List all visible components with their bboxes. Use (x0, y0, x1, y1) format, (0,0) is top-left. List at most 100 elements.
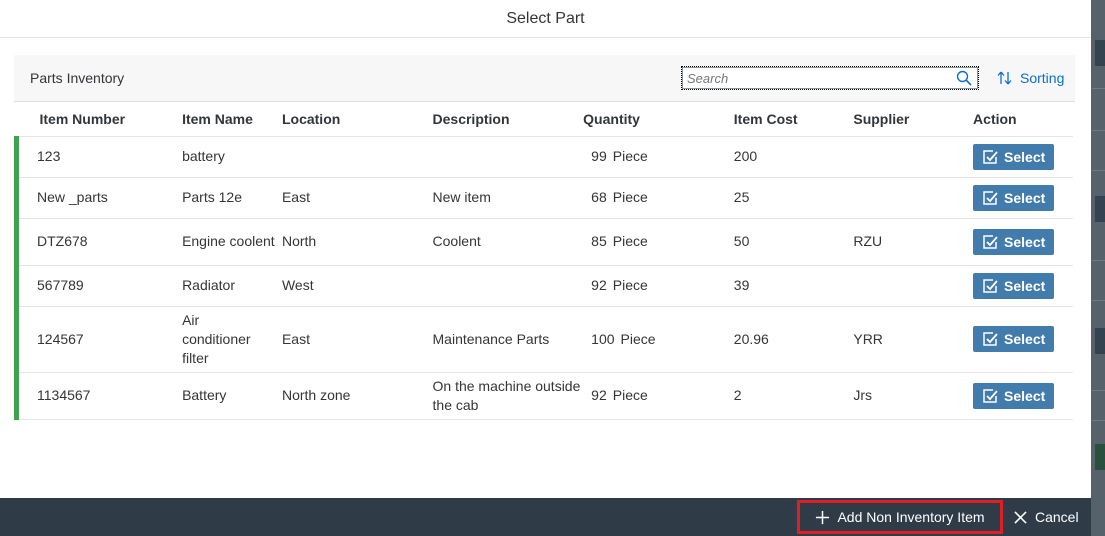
column-header-quantity: Quantity (583, 102, 734, 137)
cell-supplier: YRR (853, 306, 974, 373)
search-input[interactable] (687, 70, 949, 87)
select-button[interactable]: Select (973, 272, 1055, 299)
cell-description (432, 265, 584, 307)
cell-action: Select (973, 372, 1073, 420)
select-button-label: Select (1004, 277, 1046, 294)
background-element (1095, 196, 1105, 222)
background-divider (1092, 130, 1105, 131)
select-button[interactable]: Select (973, 184, 1055, 211)
cell-item-name: Air conditioner filter (182, 306, 282, 373)
column-header-item-name: Item Name (182, 102, 282, 137)
cell-supplier (853, 136, 974, 178)
cell-description: Maintenance Parts (432, 306, 584, 373)
table-row[interactable]: 123 battery 99 Piece 200 Select (14, 136, 1073, 178)
select-button-label: Select (1004, 331, 1046, 347)
column-header-item-number: Item Number (16, 102, 183, 137)
background-divider (1092, 390, 1105, 391)
cell-item-name: Radiator (182, 265, 282, 307)
background-divider (1092, 170, 1105, 171)
cell-item-number: New _parts (14, 177, 183, 219)
table-row[interactable]: DTZ678 Engine coolent North Coolent 85 Pi… (14, 218, 1073, 266)
quantity-value: 85 (591, 233, 607, 249)
cell-supplier (853, 177, 974, 219)
quantity-unit: Piece (620, 330, 656, 347)
cell-description: On the machine outside the cab (432, 372, 584, 420)
cell-action: Select (973, 136, 1073, 178)
cell-action: Select (973, 306, 1073, 373)
quantity-unit: Piece (612, 148, 648, 164)
cell-item-cost: 20.96 (733, 306, 854, 373)
cell-supplier (853, 265, 974, 307)
background-element (1095, 444, 1105, 470)
add-non-inventory-item-button[interactable]: Add Non Inventory Item (797, 500, 1003, 534)
column-header-location: Location (281, 102, 433, 137)
cell-item-number: 124567 (14, 306, 183, 373)
quantity-unit: Piece (612, 387, 648, 403)
table-header-row: Item Number Item Name Location Descripti… (16, 102, 1073, 137)
background-divider (1092, 260, 1105, 261)
column-header-description: Description (432, 102, 584, 137)
dialog-content: Parts Inventory Sorting Item Number (0, 39, 1091, 498)
checkbox-check-icon (983, 278, 998, 293)
select-button-label: Select (1004, 189, 1046, 206)
select-part-dialog: Select Part Parts Inventory Sorting (0, 0, 1091, 536)
cell-item-name: Parts 12e (182, 177, 282, 219)
add-non-inventory-item-label: Add Non Inventory Item (837, 509, 985, 525)
quantity-unit: Piece (612, 277, 648, 293)
select-button[interactable]: Select (973, 228, 1055, 255)
background-divider (1092, 420, 1105, 421)
cell-item-number: 1134567 (14, 372, 183, 420)
cell-item-cost: 39 (733, 265, 854, 307)
table-row[interactable]: New _parts Parts 12e East New item 68 Pie… (14, 177, 1073, 219)
cell-location: West (281, 265, 433, 307)
sorting-button[interactable]: Sorting (996, 67, 1064, 89)
table-row[interactable]: 124567 Air conditioner filter East Maint… (14, 306, 1073, 373)
quantity-unit: Piece (612, 189, 648, 205)
parts-table: Item Number Item Name Location Descripti… (14, 102, 1073, 420)
select-button-label: Select (1004, 387, 1046, 404)
quantity-value: 68 (591, 189, 607, 205)
cell-action: Select (973, 177, 1073, 219)
checkbox-check-icon (983, 332, 998, 346)
search-icon[interactable] (956, 70, 972, 86)
column-header-supplier: Supplier (853, 102, 974, 137)
quantity-value: 100 (591, 330, 615, 347)
plus-icon (816, 510, 830, 524)
cell-supplier: RZU (853, 218, 974, 266)
cancel-label: Cancel (1035, 509, 1079, 525)
table-toolbar: Parts Inventory Sorting (14, 55, 1075, 102)
close-icon (1014, 510, 1027, 524)
select-button[interactable]: Select (973, 326, 1055, 352)
dialog-footer: Add Non Inventory Item Cancel (0, 498, 1091, 536)
column-header-item-cost: Item Cost (733, 102, 854, 137)
cancel-button[interactable]: Cancel (1008, 500, 1085, 534)
cell-description (432, 136, 584, 178)
cell-quantity: 85 Piece (583, 218, 734, 266)
cell-item-cost: 200 (733, 136, 854, 178)
cell-quantity: 100 Piece (583, 306, 734, 373)
quantity-unit: Piece (612, 233, 648, 249)
cell-description: New item (432, 177, 584, 219)
cell-quantity: 92 Piece (583, 372, 734, 420)
search-field[interactable] (681, 66, 979, 90)
cell-action: Select (973, 218, 1073, 266)
cell-quantity: 68 Piece (583, 177, 734, 219)
checkbox-check-icon (983, 190, 998, 205)
quantity-value: 92 (591, 387, 607, 403)
checkbox-check-icon (983, 234, 998, 249)
cell-item-number: 567789 (14, 265, 183, 307)
sorting-label: Sorting (1020, 70, 1065, 86)
cell-item-cost: 25 (733, 177, 854, 219)
cell-item-cost: 50 (733, 218, 854, 266)
table-row[interactable]: 567789 Radiator West 92 Piece 39 Select (14, 265, 1073, 307)
cell-quantity: 99 Piece (583, 136, 734, 178)
cell-location: North zone (281, 372, 433, 420)
dialog-title: Select Part (506, 10, 585, 27)
cell-item-number: 123 (14, 136, 183, 178)
select-button-label: Select (1004, 233, 1046, 250)
table-row[interactable]: 1134567 Battery North zone On the machin… (14, 372, 1073, 420)
select-button[interactable]: Select (973, 382, 1055, 409)
select-button[interactable]: Select (973, 143, 1055, 170)
background-divider (1092, 88, 1105, 89)
cell-supplier: Jrs (853, 372, 974, 420)
